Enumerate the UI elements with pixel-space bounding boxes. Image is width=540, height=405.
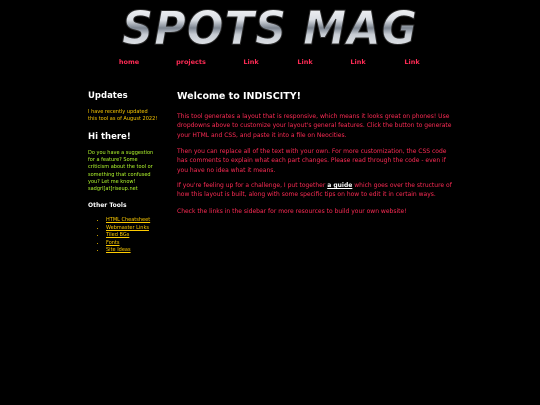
sidebar-link-webmaster-links[interactable]: Webmaster Links: [106, 225, 149, 231]
guide-link[interactable]: a guide: [327, 182, 352, 189]
top-nav: home projects Link Link Link Link: [0, 58, 540, 70]
resources-paragraph: Check the links in the sidebar for more …: [177, 208, 407, 215]
page: SPOTS MAG home projects Link Link Link L…: [0, 0, 540, 405]
guide-text-before: If you're feeling up for a challenge, I …: [177, 182, 328, 189]
sidebar-hi-title: Hi there!: [88, 132, 131, 142]
sidebar-tools-list: HTML Cheatsheet Webmaster Links Tiled BG…: [94, 217, 150, 255]
sidebar-link-html-cheatsheet[interactable]: HTML Cheatsheet: [106, 217, 150, 223]
sidebar-updates-text: I have recently updated this tool as of …: [88, 109, 158, 123]
guide-paragraph: If you're feeling up for a challenge, I …: [177, 181, 453, 200]
sidebar-updates-title: Updates: [88, 91, 128, 101]
customize-paragraph: Then you can replace all of the text wit…: [177, 148, 447, 174]
site-logo: SPOTS MAG: [122, 1, 418, 53]
page-title: Welcome to INDISCITY!: [177, 91, 301, 102]
sidebar-other-tools-title: Other Tools: [88, 202, 127, 209]
list-item: Fonts: [106, 240, 150, 248]
sidebar-link-tiled-bgs[interactable]: Tiled BGs: [106, 232, 129, 238]
nav-link-2[interactable]: Link: [297, 58, 312, 66]
list-item: HTML Cheatsheet: [106, 217, 150, 225]
list-item: Webmaster Links: [106, 225, 150, 233]
list-item: Site Ideas: [106, 247, 150, 255]
logo-text: SPOTS MAG: [122, 1, 418, 52]
sidebar-link-site-ideas[interactable]: Site Ideas: [106, 247, 131, 253]
sidebar-link-fonts[interactable]: Fonts: [106, 240, 120, 246]
nav-home[interactable]: home: [119, 58, 139, 66]
nav-link-3[interactable]: Link: [350, 58, 365, 66]
nav-link-1[interactable]: Link: [243, 58, 258, 66]
list-item: Tiled BGs: [106, 232, 150, 240]
nav-projects[interactable]: projects: [176, 58, 206, 66]
sidebar-hi-text: Do you have a suggestion for a feature? …: [88, 150, 154, 193]
nav-link-4[interactable]: Link: [404, 58, 419, 66]
intro-paragraph: This tool generates a layout that is res…: [177, 113, 452, 139]
